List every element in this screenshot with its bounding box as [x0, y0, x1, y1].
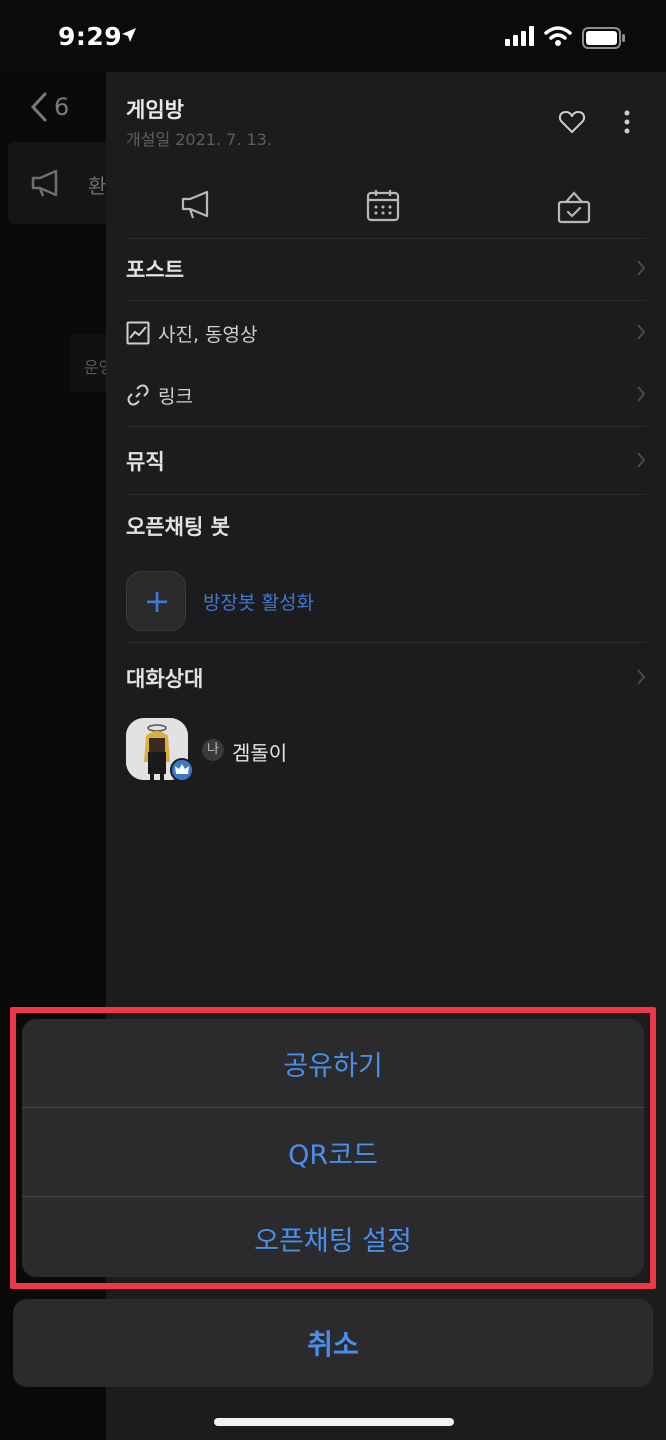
menu-participants[interactable]: 대화상대 [126, 656, 646, 700]
location-arrow-icon [122, 28, 136, 42]
room-title: 게임방 [126, 98, 184, 122]
chevron-right-icon [637, 386, 646, 402]
room-created-date: 개설일 2021. 7. 13. [126, 130, 272, 149]
cancel-button[interactable]: 취소 [13, 1299, 653, 1387]
chevron-left-icon [30, 92, 47, 122]
menu-links-label: 링크 [158, 385, 193, 408]
calendar-icon[interactable] [366, 188, 400, 222]
menu-post[interactable]: 포스트 [126, 247, 646, 291]
action-sheet: 공유하기 QR코드 오픈채팅 설정 [22, 1019, 644, 1277]
menu-participants-label: 대화상대 [126, 667, 204, 691]
megaphone-icon [31, 169, 58, 197]
menu-photos-videos[interactable]: 사진, 동영상 [126, 311, 646, 355]
member-name[interactable]: 겜돌이 [232, 737, 287, 766]
openchat-settings-button[interactable]: 오픈채팅 설정 [22, 1194, 644, 1277]
me-badge: 나 [202, 739, 224, 761]
battery-icon [582, 27, 625, 49]
status-bar: 9:29 [0, 0, 666, 72]
share-button[interactable]: 공유하기 [22, 1019, 644, 1107]
more-vertical-icon[interactable] [622, 108, 632, 136]
wifi-icon [544, 26, 572, 46]
signal-icon [505, 26, 534, 46]
qr-code-button[interactable]: QR코드 [22, 1108, 644, 1196]
chevron-right-icon [637, 669, 646, 685]
menu-music[interactable]: 뮤직 [126, 439, 646, 483]
chevron-right-icon [637, 260, 646, 276]
bot-activate-link[interactable]: 방장봇 활성화 [203, 588, 314, 615]
status-time: 9:29 [58, 22, 123, 51]
divider [126, 426, 646, 427]
owner-crown-badge [170, 758, 194, 782]
home-indicator [214, 1418, 454, 1426]
menu-openchat-bot-label: 오픈채팅 봇 [126, 515, 230, 539]
room-tool-tabs [126, 180, 666, 238]
plus-icon: + [143, 582, 171, 620]
menu-photos-videos-label: 사진, 동영상 [158, 323, 258, 346]
notice-megaphone-icon[interactable] [180, 188, 216, 220]
menu-openchat-bot: 오픈채팅 봇 [126, 504, 646, 548]
chevron-right-icon [637, 452, 646, 468]
back-count: 6 [54, 93, 70, 121]
divider [126, 238, 646, 239]
menu-music-label: 뮤직 [126, 450, 165, 474]
divider [126, 300, 646, 301]
bot-add-button[interactable]: + [126, 571, 186, 631]
photo-icon [126, 321, 150, 345]
chevron-right-icon [637, 324, 646, 340]
menu-post-label: 포스트 [126, 258, 184, 282]
divider [126, 642, 646, 643]
heart-icon[interactable] [558, 108, 586, 136]
menu-links[interactable]: 링크 [126, 373, 646, 417]
link-icon [127, 384, 149, 406]
crown-icon [175, 764, 189, 774]
divider [126, 494, 646, 495]
vote-box-icon[interactable] [556, 188, 592, 224]
background-notice-text: 환 [88, 174, 107, 198]
back-button[interactable]: 6 [30, 92, 69, 122]
